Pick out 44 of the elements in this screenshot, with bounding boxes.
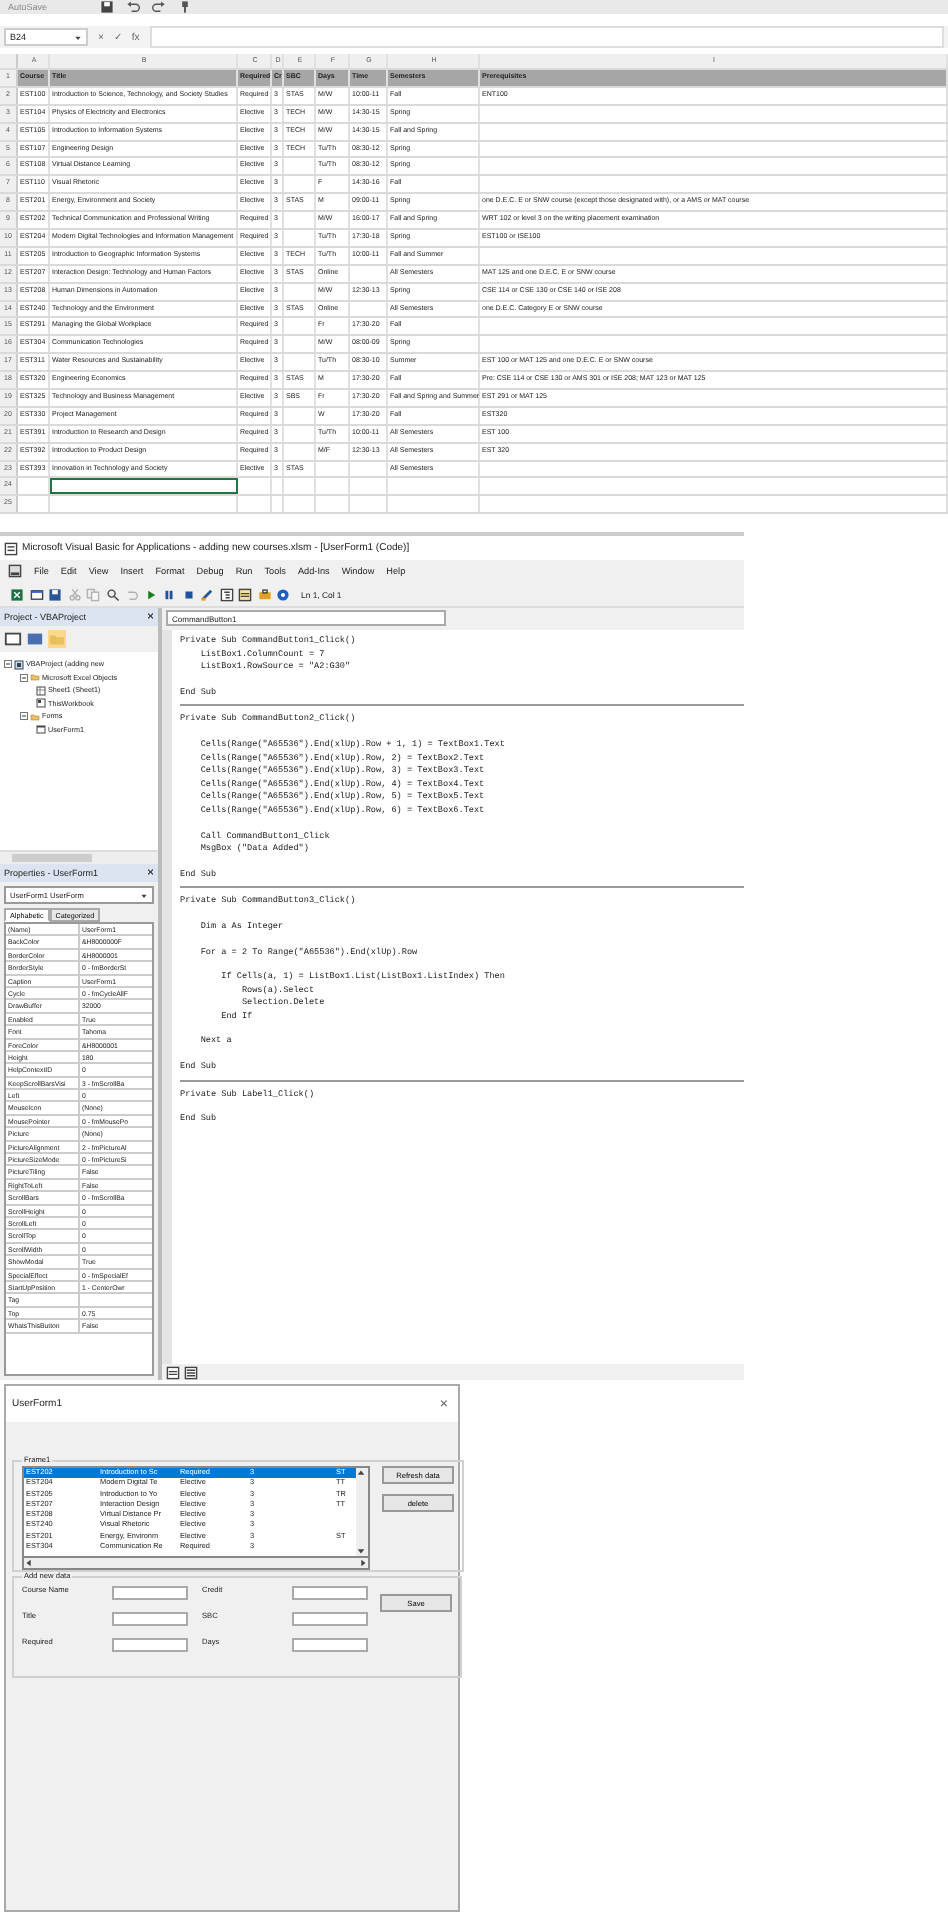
- save-icon[interactable]: [99, 0, 114, 14]
- formula-input[interactable]: [149, 26, 944, 48]
- pause-icon[interactable]: [162, 587, 176, 601]
- collapse-icon[interactable]: [20, 673, 28, 682]
- folder-icon: [30, 672, 40, 683]
- folder-icon: [30, 711, 40, 722]
- text-field[interactable]: [112, 1586, 188, 1600]
- design-mode-icon[interactable]: [200, 587, 214, 601]
- view-code-icon[interactable]: [4, 630, 22, 648]
- help-icon[interactable]: [276, 587, 290, 601]
- scrollbar[interactable]: [22, 1558, 370, 1570]
- excel-view-icon[interactable]: [8, 564, 22, 578]
- save-icon[interactable]: [48, 587, 62, 601]
- dropdown-arrow-icon[interactable]: [74, 33, 82, 41]
- text-field[interactable]: [292, 1612, 368, 1626]
- brush-icon[interactable]: [177, 0, 192, 14]
- view-object-icon[interactable]: [26, 630, 44, 648]
- text-field[interactable]: [292, 1638, 368, 1652]
- form-icon: [36, 724, 46, 735]
- procedure-view-icon[interactable]: [166, 1365, 180, 1379]
- find-icon[interactable]: [105, 587, 119, 601]
- full-module-view-icon[interactable]: [184, 1365, 198, 1379]
- collapse-icon[interactable]: [4, 660, 12, 669]
- collapse-icon[interactable]: [20, 712, 28, 721]
- scrollbar[interactable]: [356, 1468, 368, 1556]
- sheet-icon: [36, 685, 46, 696]
- text-field[interactable]: [112, 1638, 188, 1652]
- run-icon[interactable]: [143, 587, 157, 601]
- project-explorer-icon[interactable]: [219, 587, 233, 601]
- properties-icon[interactable]: [238, 587, 252, 601]
- list-box[interactable]: [22, 1466, 370, 1558]
- selected-cell[interactable]: [50, 478, 238, 495]
- toolbox-icon[interactable]: [257, 587, 271, 601]
- project-icon: [14, 659, 24, 670]
- undo-icon[interactable]: [125, 0, 140, 14]
- redo-icon[interactable]: [151, 0, 166, 14]
- insert-form-icon[interactable]: [29, 587, 43, 601]
- stop-icon[interactable]: [181, 587, 195, 601]
- text-field[interactable]: [112, 1612, 188, 1626]
- dropdown-arrow-icon[interactable]: [140, 891, 148, 899]
- workbook-icon: [36, 698, 46, 709]
- excel-icon[interactable]: [10, 587, 24, 601]
- text-field[interactable]: [292, 1586, 368, 1600]
- scroll-up-icon[interactable]: [356, 1468, 366, 1478]
